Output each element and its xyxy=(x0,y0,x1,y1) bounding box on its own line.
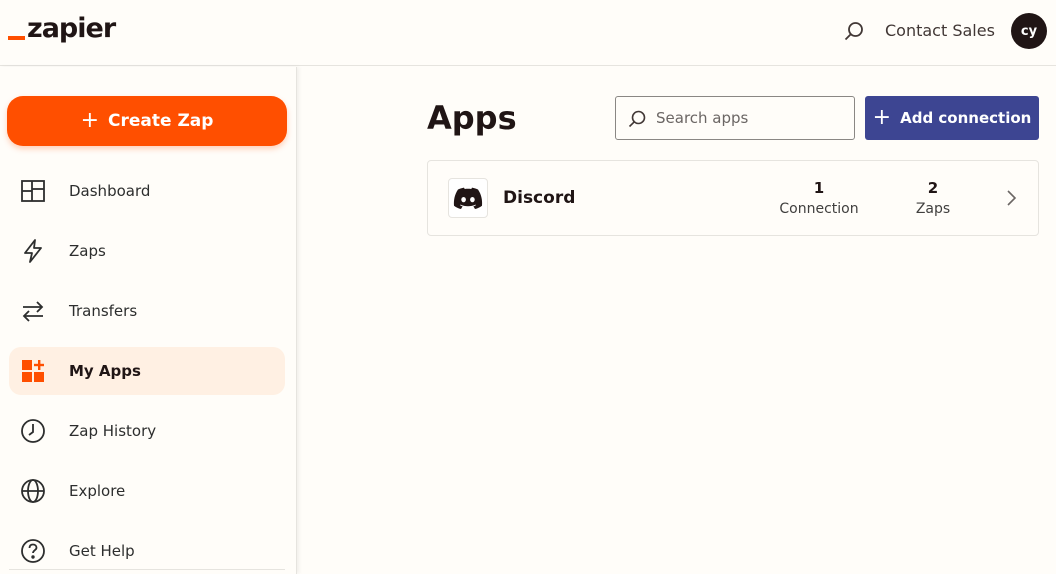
create-zap-label: Create Zap xyxy=(108,111,214,131)
connections-count: 1 xyxy=(813,179,825,197)
plus-icon: + xyxy=(872,105,892,130)
sidebar-item-transfers[interactable]: Transfers xyxy=(9,287,285,335)
logo-text: zapier xyxy=(27,13,116,44)
connections-label: Connection xyxy=(779,201,859,217)
add-connection-button[interactable]: + Add connection xyxy=(865,96,1039,140)
sidebar-item-label: Zap History xyxy=(69,422,157,440)
add-connection-label: Add connection xyxy=(900,109,1032,127)
create-zap-button[interactable]: + Create Zap xyxy=(7,96,287,146)
sidebar: + Create Zap Dashboard Zaps Transfers My… xyxy=(0,67,297,574)
contact-sales-link[interactable]: Contact Sales xyxy=(885,20,995,42)
globe-icon xyxy=(21,479,45,503)
app-row-discord[interactable]: Discord 1 Connection 2 Zaps xyxy=(427,160,1039,236)
dashboard-icon xyxy=(21,180,45,202)
sidebar-item-zap-history[interactable]: Zap History xyxy=(9,407,285,455)
lightning-icon xyxy=(24,239,42,263)
search-apps-field[interactable] xyxy=(615,96,855,140)
logo-underscore xyxy=(8,36,25,40)
sidebar-item-label: My Apps xyxy=(69,362,141,380)
search-icon[interactable] xyxy=(842,19,866,43)
sidebar-divider xyxy=(9,569,285,570)
page-title: Apps xyxy=(427,99,517,137)
plus-icon: + xyxy=(80,108,100,133)
top-bar: zapier Contact Sales cy xyxy=(0,0,1056,66)
sidebar-item-zaps[interactable]: Zaps xyxy=(9,227,285,275)
zaps-count: 2 xyxy=(927,179,939,197)
zaps-label: Zaps xyxy=(915,201,951,217)
sidebar-item-explore[interactable]: Explore xyxy=(9,467,285,515)
user-avatar[interactable]: cy xyxy=(1011,13,1047,49)
sidebar-item-label: Transfers xyxy=(69,302,138,320)
sidebar-item-label: Explore xyxy=(69,482,126,500)
sidebar-item-dashboard[interactable]: Dashboard xyxy=(9,167,285,215)
transfer-arrows-icon xyxy=(22,301,44,322)
search-icon xyxy=(628,110,646,128)
chevron-right-icon[interactable] xyxy=(1002,186,1022,210)
app-logo xyxy=(448,178,488,218)
apps-grid-icon xyxy=(22,360,44,382)
sidebar-item-label: Zaps xyxy=(69,242,106,260)
sidebar-item-label: Get Help xyxy=(69,542,135,560)
search-apps-input[interactable] xyxy=(656,97,851,139)
sidebar-item-label: Dashboard xyxy=(69,182,151,200)
sidebar-item-my-apps[interactable]: My Apps xyxy=(9,347,285,395)
clock-icon xyxy=(21,419,45,443)
sidebar-item-get-help[interactable]: Get Help xyxy=(9,527,285,574)
app-name: Discord xyxy=(503,188,576,208)
discord-icon xyxy=(453,187,483,209)
connections-stat: 1 Connection xyxy=(764,178,874,220)
help-circle-icon xyxy=(21,539,45,563)
zaps-stat: 2 Zaps xyxy=(878,178,988,220)
zapier-logo[interactable]: zapier xyxy=(8,12,116,46)
